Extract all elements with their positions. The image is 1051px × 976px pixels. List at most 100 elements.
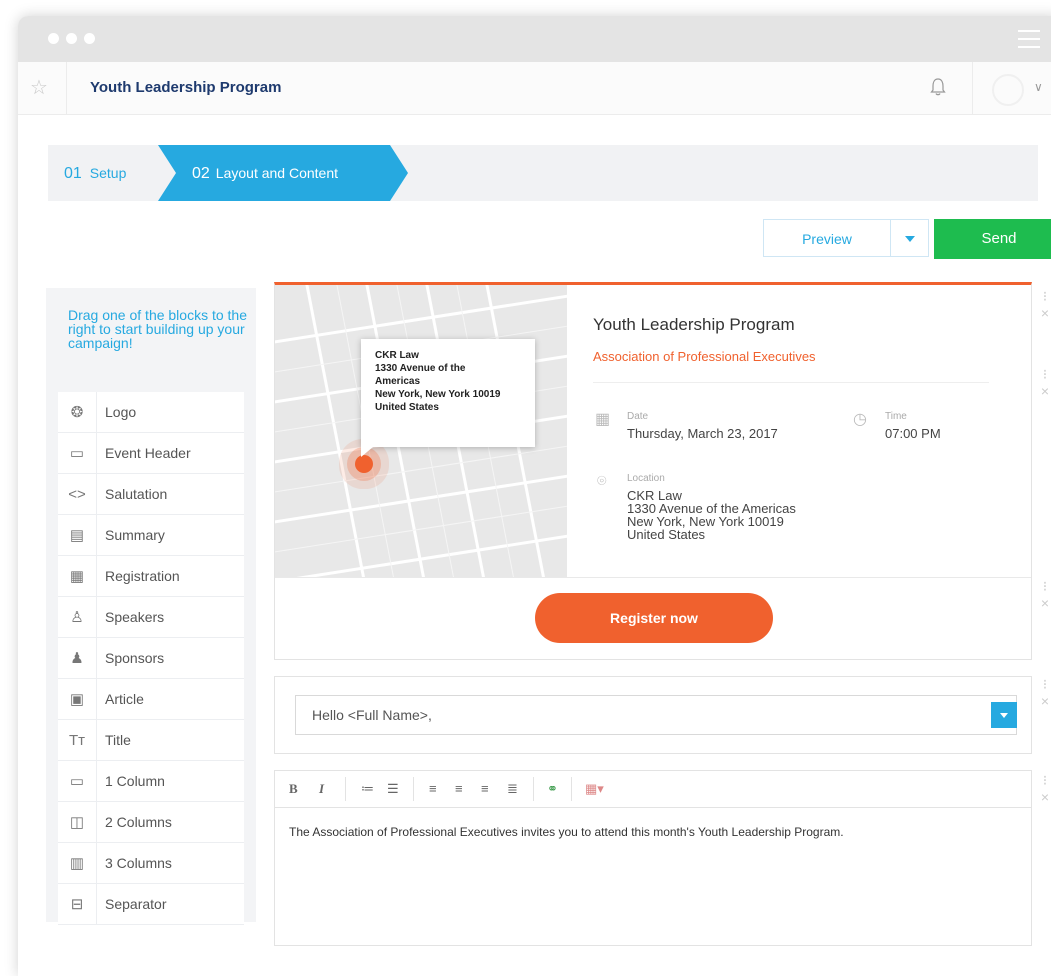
wizard-steps: 01 Setup 02 Layout and Content	[48, 145, 1038, 201]
step-layout-and-content[interactable]: 02 Layout and Content	[158, 145, 408, 201]
register-now-button[interactable]: Register now	[535, 593, 773, 643]
salutation-value: Hello <Full Name>,	[312, 707, 432, 723]
block-label: Title	[96, 720, 244, 760]
tooltip-line: Americas	[375, 376, 421, 387]
align-left-icon[interactable]: ≡	[429, 781, 437, 796]
step-number: 01	[64, 165, 82, 182]
hamburger-menu-icon[interactable]	[1018, 30, 1040, 48]
block-registration[interactable]: ▦ Registration	[58, 556, 244, 597]
location-label: Location	[627, 473, 665, 484]
divider	[593, 382, 989, 383]
block-speakers[interactable]: ♙ Speakers	[58, 597, 244, 638]
summary-text[interactable]: The Association of Professional Executiv…	[289, 825, 844, 839]
toolbar-divider	[413, 777, 414, 801]
clock-icon: ◷	[853, 411, 867, 428]
map-pin-icon[interactable]	[355, 455, 373, 473]
salutation-dropdown-button[interactable]	[991, 702, 1017, 728]
block-label: Logo	[96, 392, 244, 432]
block-palette: Drag one of the blocks to the right to s…	[46, 288, 256, 925]
salutation-select[interactable]: Hello <Full Name>,	[295, 695, 1017, 735]
block-actions-rail[interactable]: ⁝ ×	[1036, 676, 1051, 709]
block-actions-rail[interactable]: ⁝ ×	[1036, 288, 1051, 321]
map-tooltip: CKR Law 1330 Avenue of the Americas New …	[361, 339, 535, 457]
event-header-icon: ▭	[69, 445, 85, 462]
date-label: Date	[627, 411, 649, 422]
block-label: Salutation	[96, 474, 244, 514]
three-columns-icon: ▥	[69, 855, 85, 872]
window-titlebar	[18, 16, 1051, 62]
registration-icon: ▦	[69, 568, 85, 585]
bold-button[interactable]: B	[289, 781, 298, 797]
salutation-block[interactable]: Hello <Full Name>,	[274, 676, 1032, 754]
link-icon[interactable]: ⚭	[547, 781, 558, 797]
color-picker-icon[interactable]: ▦▾	[585, 781, 604, 797]
salutation-icon: <>	[68, 485, 86, 503]
ordered-list-icon[interactable]: ≔	[361, 781, 374, 797]
block-label: Article	[96, 679, 244, 719]
event-date: Thursday, March 23, 2017	[627, 426, 778, 441]
window-control-minimize[interactable]	[66, 33, 77, 44]
article-icon: ▣	[69, 691, 85, 708]
summary-editor-block[interactable]: B I ≔ ☰ ≡ ≡ ≡ ≣ ⚭ ▦▾ The Association of …	[274, 770, 1032, 946]
event-location: CKR Law 1330 Avenue of the Americas New …	[627, 489, 796, 541]
step-label: Setup	[89, 165, 127, 181]
separator-icon: ⊟	[70, 896, 84, 913]
window-control-maximize[interactable]	[84, 33, 95, 44]
preview-dropdown-button[interactable]	[891, 219, 929, 257]
calendar-icon: ▦	[595, 411, 611, 428]
app-header: ☆ Youth Leadership Program ∨	[18, 62, 1051, 115]
avatar[interactable]	[992, 74, 1024, 106]
chevron-down-icon[interactable]: ∨	[1034, 80, 1043, 94]
block-three-columns[interactable]: ▥ 3 Columns	[58, 843, 244, 884]
palette-help-text: Drag one of the blocks to the right to s…	[68, 307, 247, 351]
tooltip-line: CKR Law	[375, 350, 419, 361]
tooltip-line: New York, New York 10019	[375, 389, 501, 400]
block-label: 2 Columns	[96, 802, 244, 842]
preview-button[interactable]: Preview	[763, 219, 891, 257]
speakers-icon: ♙	[70, 609, 84, 626]
block-summary[interactable]: ▤ Summary	[58, 515, 244, 556]
block-salutation[interactable]: <> Salutation	[58, 474, 244, 515]
tooltip-line: 1330 Avenue of the	[375, 363, 466, 374]
step-setup[interactable]: 01 Setup	[64, 165, 126, 183]
logo-icon: ❂	[70, 404, 84, 421]
divider	[972, 62, 973, 114]
event-header-block[interactable]: CKR Law 1330 Avenue of the Americas New …	[274, 282, 1032, 660]
toolbar-divider	[345, 777, 346, 801]
block-article[interactable]: ▣ Article	[58, 679, 244, 720]
block-label: Registration	[96, 556, 244, 596]
star-icon[interactable]: ☆	[30, 75, 48, 100]
block-one-column[interactable]: ▭ 1 Column	[58, 761, 244, 802]
block-event-header[interactable]: ▭ Event Header	[58, 433, 244, 474]
align-justify-icon[interactable]: ≣	[507, 781, 518, 797]
event-title: Youth Leadership Program	[593, 315, 795, 334]
step-number: 02	[192, 165, 210, 182]
block-label: 3 Columns	[96, 843, 244, 883]
block-list: ❂ Logo ▭ Event Header <> Salutation ▤ Summar…	[58, 392, 244, 925]
block-label: Separator	[96, 884, 244, 924]
italic-button[interactable]: I	[319, 781, 324, 797]
align-right-icon[interactable]: ≡	[481, 781, 489, 796]
unordered-list-icon[interactable]: ☰	[387, 781, 399, 797]
block-label: Summary	[96, 515, 244, 555]
block-sponsors[interactable]: ♟ Sponsors	[58, 638, 244, 679]
block-separator[interactable]: ⊟ Separator	[58, 884, 244, 925]
time-label: Time	[885, 411, 907, 422]
block-two-columns[interactable]: ◫ 2 Columns	[58, 802, 244, 843]
send-button[interactable]: Send	[934, 219, 1051, 259]
bell-icon[interactable]	[930, 77, 946, 97]
block-actions-rail[interactable]: ⁝ ×	[1036, 366, 1051, 399]
block-actions-rail[interactable]: ⁝ ×	[1036, 578, 1051, 611]
summary-icon: ▤	[69, 527, 85, 544]
event-map[interactable]: CKR Law 1330 Avenue of the Americas New …	[275, 285, 567, 577]
align-center-icon[interactable]: ≡	[455, 781, 463, 796]
window-control-close[interactable]	[48, 33, 59, 44]
block-actions-rail[interactable]: ⁝ ×	[1036, 772, 1051, 805]
divider	[275, 577, 1031, 578]
block-logo[interactable]: ❂ Logo	[58, 392, 244, 433]
event-time: 07:00 PM	[885, 426, 941, 441]
block-title[interactable]: Tт Title	[58, 720, 244, 761]
step-label: Layout and Content	[215, 165, 339, 181]
block-label: Event Header	[96, 433, 244, 473]
title-icon: Tт	[68, 731, 86, 749]
